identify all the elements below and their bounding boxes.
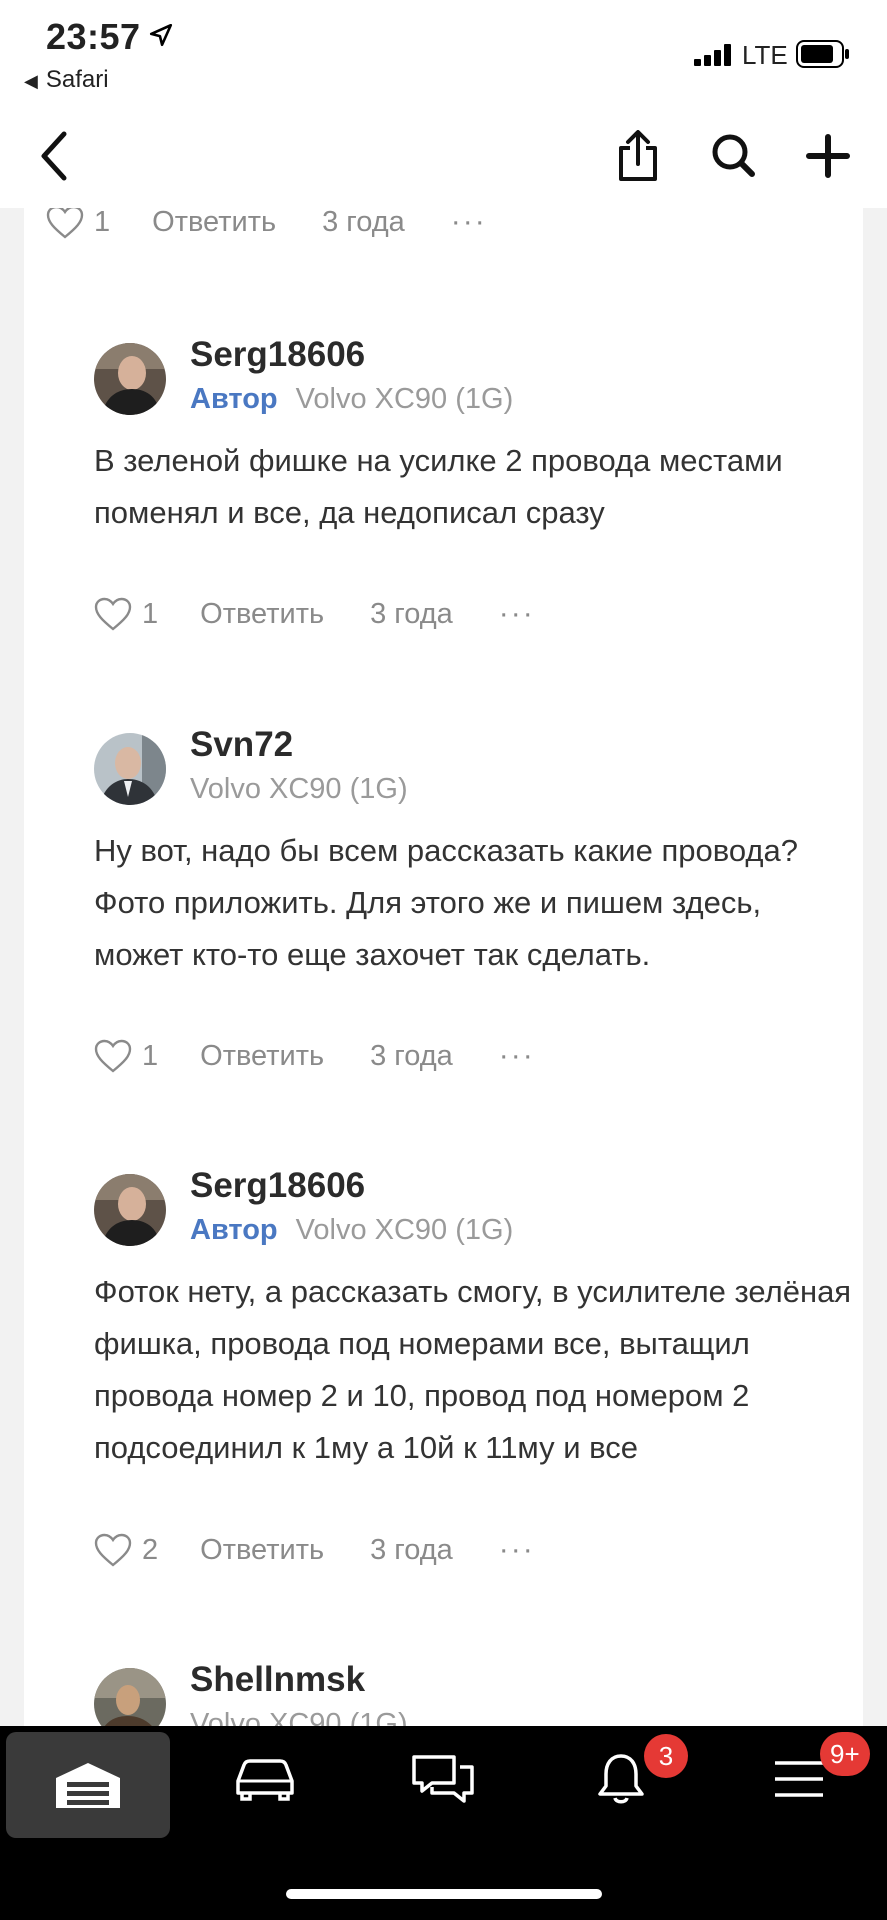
search-button[interactable]	[694, 104, 774, 208]
comment-item: Serg18606 Автор Volvo XC90 (1G) В зеленой…	[94, 335, 854, 623]
tab-garage[interactable]	[6, 1732, 170, 1838]
username[interactable]: Serg18606	[190, 335, 365, 375]
comment-text: Ну вот, надо бы всем рассказать какие пр…	[94, 833, 798, 972]
heart-icon[interactable]	[94, 597, 132, 631]
more-options-button[interactable]: ···	[499, 1533, 535, 1567]
comments-card: 1 Ответить 3 года ··· Serg18606 Автор Vol…	[24, 208, 863, 1726]
more-options-button[interactable]: ···	[499, 597, 535, 631]
comment-item: Serg18606 Автор Volvo XC90 (1G) Фоток нет…	[94, 1166, 854, 1554]
reply-button[interactable]: Ответить	[200, 1040, 324, 1073]
notification-count-badge: 3	[644, 1734, 688, 1778]
user-car[interactable]: Volvo XC90 (1G)	[296, 383, 514, 415]
navigation-bar	[0, 104, 887, 208]
bell-icon	[598, 1754, 644, 1804]
status-time: 23:57	[46, 16, 141, 57]
heart-icon[interactable]	[94, 1039, 132, 1073]
reply-button[interactable]: Ответить	[200, 598, 324, 631]
avatar[interactable]	[94, 1174, 166, 1246]
like-count: 1	[142, 1039, 159, 1072]
signal-icon	[694, 44, 731, 66]
comments-scroll-area[interactable]: 1 Ответить 3 года ··· Serg18606 Автор Vol…	[0, 208, 887, 1726]
share-button[interactable]	[598, 104, 678, 208]
user-car[interactable]: Volvo XC90 (1G)	[296, 1214, 514, 1246]
home-indicator[interactable]	[286, 1889, 602, 1899]
author-badge: Автор	[190, 1214, 278, 1246]
car-icon	[236, 1759, 294, 1801]
reply-button[interactable]: Ответить	[152, 208, 276, 239]
comment-age: 3 года	[370, 1039, 453, 1072]
back-app-label: Safari	[45, 66, 109, 93]
avatar[interactable]	[94, 1668, 166, 1726]
user-car[interactable]: Volvo XC90 (1G)	[190, 1708, 408, 1726]
author-badge: Автор	[190, 383, 278, 415]
more-options-button[interactable]: ···	[499, 1039, 535, 1073]
back-to-app[interactable]: ◀ Safari	[24, 66, 109, 94]
comment-actions: 1 Ответить 3 года ···	[46, 208, 487, 248]
search-icon	[712, 134, 755, 177]
user-meta: Автор Volvo XC90 (1G)	[190, 1214, 513, 1247]
share-icon	[619, 130, 657, 181]
like-count: 1	[94, 208, 111, 238]
heart-icon[interactable]	[46, 208, 84, 239]
back-chevron-icon	[41, 131, 67, 181]
like-count: 1	[142, 597, 159, 630]
user-meta: Автор Volvo XC90 (1G)	[190, 383, 513, 416]
comment-text: Фоток нету, а рассказать смогу, в усилит…	[94, 1274, 852, 1465]
back-button[interactable]	[14, 104, 94, 208]
comment-item: Shellnmsk Volvo XC90 (1G)	[94, 1660, 854, 1726]
like-count: 2	[142, 1533, 159, 1566]
username[interactable]: Serg18606	[190, 1166, 365, 1206]
location-arrow-icon	[149, 23, 173, 47]
comment-age: 3 года	[370, 597, 453, 630]
reply-button[interactable]: Ответить	[200, 1534, 324, 1567]
tab-messages[interactable]	[358, 1726, 528, 1832]
tab-cars[interactable]	[180, 1726, 350, 1832]
comment-actions: 1 Ответить 3 года ···	[94, 1030, 535, 1082]
network-type: LTE	[742, 40, 788, 70]
more-options-button[interactable]: ···	[451, 208, 487, 239]
back-triangle-icon: ◀	[24, 71, 38, 91]
avatar[interactable]	[94, 343, 166, 415]
battery-icon	[796, 40, 849, 68]
status-bar: 23:57 ◀ Safari LTE	[0, 0, 887, 104]
comment-actions: 1 Ответить 3 года ···	[94, 588, 535, 640]
comment-actions: 2 Ответить 3 года ···	[94, 1524, 535, 1576]
heart-icon[interactable]	[94, 1533, 132, 1567]
comment-text: В зеленой фишке на усилке 2 провода мест…	[94, 443, 783, 530]
garage-icon	[56, 1763, 120, 1808]
user-car[interactable]: Volvo XC90 (1G)	[190, 773, 408, 805]
comment-item: Svn72 Volvo XC90 (1G) Ну вот, надо бы вс…	[94, 725, 854, 1053]
user-meta: Volvo XC90 (1G)	[190, 773, 408, 806]
avatar[interactable]	[94, 733, 166, 805]
username[interactable]: Svn72	[190, 725, 293, 765]
menu-icon	[775, 1761, 823, 1797]
menu-count-badge: 9+	[820, 1732, 870, 1776]
add-button[interactable]	[788, 104, 868, 208]
comment-age: 3 года	[370, 1533, 453, 1566]
user-meta: Volvo XC90 (1G)	[190, 1708, 408, 1726]
comment-age: 3 года	[322, 208, 405, 238]
username[interactable]: Shellnmsk	[190, 1660, 365, 1700]
chat-icon	[412, 1755, 474, 1803]
plus-icon	[806, 134, 850, 178]
tab-bar: 3 9+	[0, 1726, 887, 1920]
